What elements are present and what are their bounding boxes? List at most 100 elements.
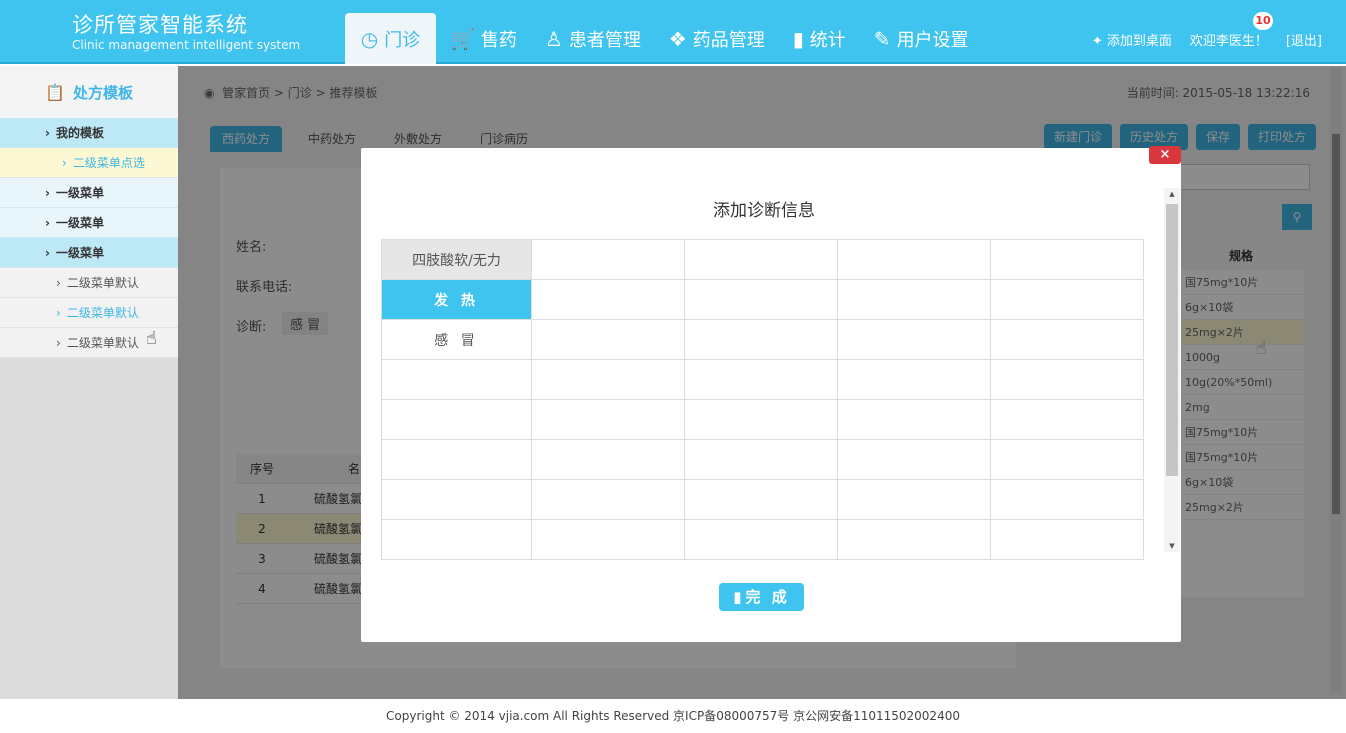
sidebar-item-my-templates[interactable]: › 我的模板 [0, 118, 178, 148]
pin-icon: ✦ [1091, 34, 1103, 49]
dialog-scroll-thumb[interactable] [1166, 204, 1178, 476]
nav-drugs[interactable]: ❖ 药品管理 [655, 13, 779, 64]
scroll-down-icon[interactable]: ▼ [1164, 542, 1180, 550]
sidebar-item-label: 一级菜单 [55, 186, 104, 200]
diagnosis-cell[interactable] [990, 399, 1144, 440]
pencil-icon: ✎ [873, 26, 891, 51]
diagnosis-cell[interactable] [837, 439, 991, 480]
diagnosis-cell[interactable] [837, 519, 991, 560]
hand-cursor-icon: ☝ [146, 328, 157, 349]
diagnosis-cell[interactable] [990, 519, 1144, 560]
diagnosis-cell[interactable] [684, 319, 838, 360]
cart-icon: 🛒 [450, 26, 475, 51]
scroll-up-icon[interactable]: ▲ [1164, 190, 1180, 198]
diagnosis-cell[interactable] [531, 399, 685, 440]
diagnosis-cell[interactable] [837, 239, 991, 280]
sidebar-item-label: 二级菜单默认 [66, 336, 139, 350]
diagnosis-category[interactable]: 四肢酸软/无力 [381, 239, 532, 280]
diagnosis-cell[interactable] [990, 359, 1144, 400]
sidebar-item-label: 二级菜单点选 [72, 156, 145, 170]
sidebar-item-label: 二级菜单默认 [66, 306, 139, 320]
top-header: 诊所管家智能系统 Clinic management intelligent s… [0, 0, 1346, 64]
diagnosis-cell[interactable] [531, 239, 685, 280]
diagnosis-category[interactable] [381, 479, 532, 520]
add-to-desktop-label: 添加到桌面 [1106, 34, 1172, 49]
dialog-title: 添加诊断信息 [713, 201, 815, 221]
document-icon: ▮ [733, 588, 742, 606]
diagnosis-cell[interactable] [990, 479, 1144, 520]
person-icon: ♙ [544, 26, 563, 51]
sidebar-item-level1[interactable]: › 一级菜单 [0, 238, 178, 268]
app-title-en: Clinic management intelligent system [72, 38, 301, 52]
diagnosis-cell[interactable] [990, 439, 1144, 480]
diagnosis-category[interactable] [381, 399, 532, 440]
nav-stats-label: 统计 [809, 29, 846, 51]
diagnosis-cell[interactable] [531, 479, 685, 520]
main-nav: ◷ 门诊 🛒 售药 ♙ 患者管理 ❖ 药品管理 ▮ 统计 ✎ 用户设置 [345, 13, 983, 64]
diagnosis-category[interactable] [381, 439, 532, 480]
chevron-right-icon: › [56, 276, 61, 290]
diagnosis-cell[interactable] [684, 359, 838, 400]
sidebar-subitem[interactable]: › 二级菜单默认 [0, 268, 178, 298]
nav-clinic-label: 门诊 [384, 29, 421, 51]
sidebar-item-level1[interactable]: › 一级菜单 [0, 208, 178, 238]
sidebar-item-label: 我的模板 [55, 126, 104, 140]
diagnosis-cell[interactable] [837, 399, 991, 440]
sidebar-item-label: 二级菜单默认 [66, 276, 139, 290]
dialog-scrollbar[interactable]: ▲ ▼ [1164, 188, 1180, 552]
finish-button[interactable]: ▮ 完 成 [719, 583, 804, 611]
diagnosis-category[interactable] [381, 519, 532, 560]
app-logo[interactable]: 诊所管家智能系统 Clinic management intelligent s… [72, 12, 300, 52]
nav-clinic[interactable]: ◷ 门诊 [345, 13, 436, 64]
sidebar-item-label: 一级菜单 [55, 216, 104, 230]
sidebar-title: 📋 处方模板 [0, 66, 178, 118]
header-actions: ✦ 添加到桌面 欢迎李医生！ [退出] [1074, 30, 1322, 49]
chevron-right-icon: › [45, 126, 50, 140]
diagnosis-cell[interactable] [684, 439, 838, 480]
diagnosis-cell[interactable] [684, 279, 838, 320]
diagnosis-cell[interactable] [684, 239, 838, 280]
clipboard-icon: 📋 [45, 82, 65, 102]
diagnosis-cell[interactable] [684, 399, 838, 440]
add-diagnosis-dialog: 添加诊断信息 四肢酸软/无力 发 热 感 冒 ▲ ▼ ▮ 完 成 [361, 148, 1181, 642]
diagnosis-cell[interactable] [531, 519, 685, 560]
diagnosis-cell[interactable] [684, 479, 838, 520]
clock-icon: ◷ [360, 26, 379, 51]
diagnosis-cell[interactable] [531, 439, 685, 480]
nav-patients[interactable]: ♙ 患者管理 [531, 13, 655, 64]
sidebar-item-level1[interactable]: › 一级菜单 [0, 178, 178, 208]
diagnosis-cell[interactable] [531, 359, 685, 400]
logout-link[interactable]: [退出] [1286, 30, 1322, 49]
chevron-right-icon: › [62, 156, 67, 170]
chevron-right-icon: › [45, 246, 50, 260]
sidebar-subitem-selected[interactable]: › 二级菜单点选 [0, 148, 178, 178]
chevron-right-icon: › [45, 186, 50, 200]
sidebar-subitem-hover[interactable]: › 二级菜单默认 [0, 298, 178, 328]
diagnosis-cell[interactable] [990, 279, 1144, 320]
add-to-desktop-link[interactable]: ✦ 添加到桌面 [1092, 30, 1172, 49]
diagnosis-cell[interactable] [531, 319, 685, 360]
diagnosis-cell[interactable] [837, 279, 991, 320]
welcome-text[interactable]: 欢迎李医生！ [1190, 30, 1268, 49]
notification-badge[interactable]: 10 [1253, 12, 1273, 30]
close-icon[interactable]: × [1149, 146, 1181, 164]
nav-sell-medicine[interactable]: 🛒 售药 [436, 13, 531, 64]
chevron-right-icon: › [56, 306, 61, 320]
diagnosis-cell[interactable] [837, 319, 991, 360]
diagnosis-cell[interactable] [531, 279, 685, 320]
diagnosis-cell[interactable] [837, 359, 991, 400]
diagnosis-cell[interactable] [837, 479, 991, 520]
diagnosis-cell[interactable] [990, 239, 1144, 280]
diagnosis-category[interactable] [381, 359, 532, 400]
diagnosis-category[interactable]: 感 冒 [381, 319, 532, 360]
nav-user-settings[interactable]: ✎ 用户设置 [860, 13, 983, 64]
sidebar: 📋 处方模板 › 我的模板 › 二级菜单点选 › 一级菜单 › 一级菜单 › 一级菜单 ›… [0, 66, 178, 699]
chevron-right-icon: › [56, 336, 61, 350]
diagnosis-cell[interactable] [684, 519, 838, 560]
finish-button-label: 完 成 [745, 588, 790, 606]
nav-stats[interactable]: ▮ 统计 [779, 13, 860, 64]
sidebar-title-label: 处方模板 [72, 83, 133, 102]
diagnosis-category-selected[interactable]: 发 热 [381, 279, 532, 320]
nav-patients-label: 患者管理 [568, 29, 641, 51]
diagnosis-cell[interactable] [990, 319, 1144, 360]
